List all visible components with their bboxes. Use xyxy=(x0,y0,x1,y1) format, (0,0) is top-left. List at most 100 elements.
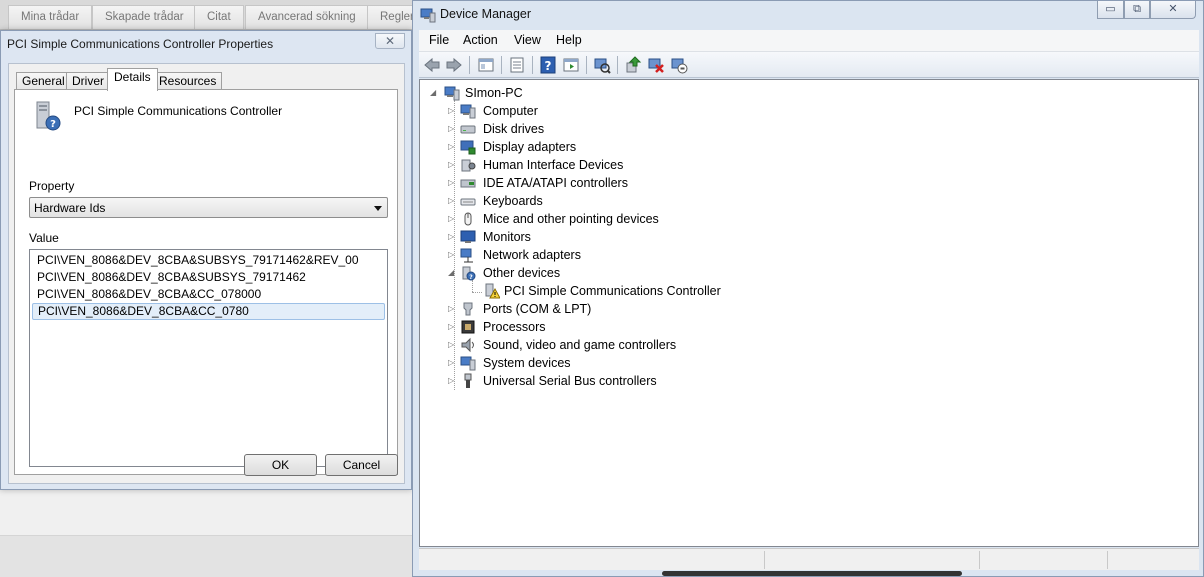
svg-text:?: ? xyxy=(50,119,56,130)
update-driver-icon[interactable] xyxy=(624,56,642,74)
tab-general[interactable]: General xyxy=(16,72,71,90)
tab-mina-tradar[interactable]: Mina trådar xyxy=(8,5,93,29)
device-tree[interactable]: ◢ SImon-PC ▷ Computer ▷ Disk drives ▷ Display… xyxy=(419,79,1199,547)
expand-arrow-icon[interactable]: ▷ xyxy=(448,376,454,386)
device-manager-titlebar: Device Manager ▭ ⧉ ✕ xyxy=(413,1,1203,31)
tab-avancerad-sokning[interactable]: Avancerad sökning xyxy=(245,5,369,29)
menu-help[interactable]: Help xyxy=(556,33,582,47)
tree-node-label: Mice and other pointing devices xyxy=(483,212,659,226)
forward-arrow-icon[interactable] xyxy=(445,56,463,74)
expand-arrow-icon[interactable]: ▷ xyxy=(448,124,454,134)
scan-hardware-icon[interactable] xyxy=(593,56,611,74)
processor-icon xyxy=(461,320,475,334)
expand-arrow-icon[interactable]: ▷ xyxy=(448,142,454,152)
collapse-arrow-icon[interactable]: ◢ xyxy=(430,88,436,98)
expand-arrow-icon[interactable]: ▷ xyxy=(448,358,454,368)
tab-details[interactable]: Details xyxy=(107,68,158,91)
help-icon[interactable]: ? xyxy=(539,56,557,74)
expand-arrow-icon[interactable]: ▷ xyxy=(448,160,454,170)
status-separator xyxy=(764,551,765,569)
properties-icon[interactable] xyxy=(508,56,526,74)
device-manager-icon xyxy=(420,8,436,23)
value-list-item[interactable]: PCI\VEN_8086&DEV_8CBA&CC_078000 xyxy=(32,286,385,303)
tree-node-label: PCI Simple Communications Controller xyxy=(504,284,721,298)
disable-icon[interactable] xyxy=(670,56,688,74)
keyboard-icon xyxy=(460,198,476,206)
menu-view[interactable]: View xyxy=(514,33,541,47)
expand-arrow-icon[interactable]: ▷ xyxy=(448,322,454,332)
tree-node-label: Computer xyxy=(483,104,538,118)
back-arrow-icon[interactable] xyxy=(423,56,441,74)
tree-node-label: IDE ATA/ATAPI controllers xyxy=(483,176,628,190)
monitor-icon xyxy=(460,230,476,243)
tab-citat[interactable]: Citat xyxy=(194,5,244,29)
status-separator xyxy=(979,551,980,569)
network-adapter-icon xyxy=(460,248,473,263)
tree-node-label: Human Interface Devices xyxy=(483,158,624,172)
action-pane-icon[interactable] xyxy=(562,56,580,74)
close-button[interactable]: ✕ xyxy=(1150,1,1196,19)
tab-resources[interactable]: Resources xyxy=(153,72,223,90)
taskbar-fragment xyxy=(662,571,962,576)
value-label: Value xyxy=(29,231,59,245)
background-browser-tabs: Mina trådar Skapade trådar Citat Avancer… xyxy=(0,0,420,30)
tree-root-label: SImon-PC xyxy=(465,86,523,100)
usb-icon xyxy=(464,373,472,388)
svg-text:?: ? xyxy=(545,59,552,73)
cancel-button[interactable]: Cancel xyxy=(325,454,398,476)
mouse-icon xyxy=(464,212,472,226)
properties-dialog: PCI Simple Communications Controller Pro… xyxy=(0,30,412,490)
tree-node-label: Disk drives xyxy=(483,122,545,136)
other-devices-icon: ? xyxy=(462,266,476,281)
toolbar-separator xyxy=(532,56,533,74)
tree-node-label: Ports (COM & LPT) xyxy=(483,302,592,316)
menu-action[interactable]: Action xyxy=(463,33,498,47)
value-list-item-selected[interactable]: PCI\VEN_8086&DEV_8CBA&CC_0780 xyxy=(32,303,385,320)
collapse-arrow-icon[interactable]: ◢ xyxy=(448,268,454,278)
minimize-button[interactable]: ▭ xyxy=(1097,1,1124,19)
expand-arrow-icon[interactable]: ▷ xyxy=(448,178,454,188)
computer-root-icon xyxy=(444,86,460,101)
expand-arrow-icon[interactable]: ▷ xyxy=(448,196,454,206)
warning-device-icon xyxy=(485,283,500,299)
expand-arrow-icon[interactable]: ▷ xyxy=(448,232,454,242)
uninstall-icon[interactable] xyxy=(647,56,665,74)
menu-file[interactable]: File xyxy=(429,33,449,47)
expand-arrow-icon[interactable]: ▷ xyxy=(448,304,454,314)
sound-icon xyxy=(461,337,474,353)
toolbar-separator xyxy=(501,56,502,74)
tree-node-label: System devices xyxy=(483,356,571,370)
port-icon xyxy=(463,302,473,316)
dialog-title: PCI Simple Communications Controller Pro… xyxy=(7,37,274,51)
show-hide-console-tree-icon[interactable] xyxy=(477,56,495,74)
svg-text:?: ? xyxy=(469,274,473,281)
tree-connector xyxy=(472,292,482,293)
tree-node-label: Display adapters xyxy=(483,140,577,154)
toolbar-separator xyxy=(586,56,587,74)
expand-arrow-icon[interactable]: ▷ xyxy=(448,250,454,260)
tree-node-label: Processors xyxy=(483,320,546,334)
value-list-item[interactable]: PCI\VEN_8086&DEV_8CBA&SUBSYS_79171462 xyxy=(32,269,385,286)
expand-arrow-icon[interactable]: ▷ xyxy=(448,214,454,224)
ide-controller-icon xyxy=(460,179,476,188)
details-panel: ? PCI Simple Communications Controller P… xyxy=(14,89,398,475)
dialog-body: General Driver Details Resources ? PCI S… xyxy=(8,63,405,484)
value-list-item[interactable]: PCI\VEN_8086&DEV_8CBA&SUBSYS_79171462&RE… xyxy=(32,252,385,269)
tab-skapade-tradar[interactable]: Skapade trådar xyxy=(92,5,197,29)
tab-driver[interactable]: Driver xyxy=(66,72,110,90)
ok-button[interactable]: OK xyxy=(244,454,317,476)
tree-node-label: Other devices xyxy=(483,266,561,280)
expand-arrow-icon[interactable]: ▷ xyxy=(448,106,454,116)
toolbar-separator xyxy=(617,56,618,74)
menu-bar: File Action View Help xyxy=(419,30,1199,52)
hid-icon xyxy=(461,159,476,172)
expand-arrow-icon[interactable]: ▷ xyxy=(448,340,454,350)
restore-button[interactable]: ⧉ xyxy=(1124,1,1150,19)
value-list[interactable]: PCI\VEN_8086&DEV_8CBA&SUBSYS_79171462&RE… xyxy=(29,249,388,467)
dialog-close-button[interactable]: ✕ xyxy=(375,33,405,49)
tree-node-label: Sound, video and game controllers xyxy=(483,338,677,352)
property-select[interactable]: Hardware Ids xyxy=(29,197,388,218)
device-name: PCI Simple Communications Controller xyxy=(74,104,283,118)
toolbar: ? xyxy=(419,52,1199,78)
property-select-value: Hardware Ids xyxy=(34,201,106,215)
